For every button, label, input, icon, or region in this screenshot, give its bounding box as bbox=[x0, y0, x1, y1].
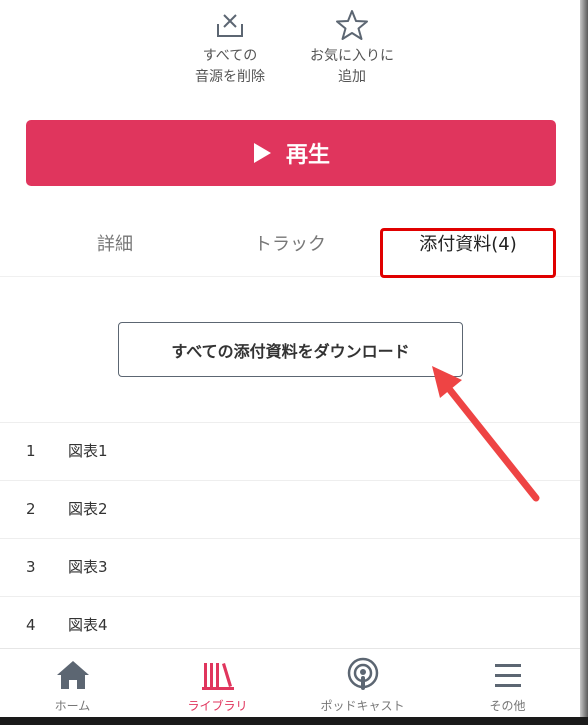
item-number: 1 bbox=[26, 442, 36, 460]
delete-all-label-2: 音源を削除 bbox=[195, 69, 265, 85]
play-button-label: 再生 bbox=[285, 143, 330, 168]
item-name: 図表3 bbox=[68, 558, 108, 576]
add-favorite-button[interactable]: お気に入りに 追加 bbox=[292, 6, 412, 88]
bottom-navigation: ホーム ライブラリ ポッドキャスト その他 bbox=[0, 648, 580, 718]
item-number: 3 bbox=[26, 558, 36, 576]
delete-all-audio-button[interactable]: すべての 音源を削除 bbox=[170, 6, 290, 88]
add-favorite-label-1: お気に入りに bbox=[310, 48, 394, 64]
menu-icon bbox=[494, 664, 521, 687]
nav-more[interactable]: その他 bbox=[435, 649, 580, 718]
list-item[interactable]: 4 図表4 bbox=[0, 596, 580, 654]
item-number: 2 bbox=[26, 500, 36, 518]
podcast-icon bbox=[347, 657, 378, 690]
add-favorite-label-2: 追加 bbox=[338, 69, 366, 85]
tab-details[interactable]: 詳細 bbox=[60, 218, 170, 272]
delete-all-label-1: すべての bbox=[202, 48, 258, 64]
play-icon bbox=[253, 143, 271, 163]
item-number: 4 bbox=[26, 616, 36, 634]
delete-download-icon bbox=[217, 14, 243, 37]
nav-podcast-label: ポッドキャスト bbox=[320, 699, 405, 713]
home-icon bbox=[56, 661, 89, 689]
nav-home[interactable]: ホーム bbox=[0, 649, 145, 718]
list-item[interactable]: 3 図表3 bbox=[0, 538, 580, 596]
nav-more-label: その他 bbox=[489, 699, 526, 713]
nav-podcast[interactable]: ポッドキャスト bbox=[290, 649, 435, 718]
window-frame-bottom bbox=[0, 717, 588, 725]
nav-home-label: ホーム bbox=[54, 699, 91, 713]
library-icon bbox=[201, 663, 234, 690]
nav-library[interactable]: ライブラリ bbox=[145, 649, 290, 718]
window-frame-right bbox=[580, 0, 588, 725]
tab-tracks[interactable]: トラック bbox=[220, 218, 360, 272]
attachment-list: 1 図表1 2 図表2 3 図表3 4 図表4 bbox=[0, 422, 580, 654]
download-all-attachments-button[interactable]: すべての添付資料をダウンロード bbox=[118, 322, 463, 377]
item-name: 図表4 bbox=[68, 616, 108, 634]
list-item[interactable]: 1 図表1 bbox=[0, 422, 580, 480]
star-icon bbox=[336, 10, 368, 40]
attachments-tab-highlight-box bbox=[380, 228, 556, 278]
item-name: 図表2 bbox=[68, 500, 108, 518]
play-button[interactable]: 再生 bbox=[26, 120, 556, 186]
nav-library-label: ライブラリ bbox=[187, 699, 248, 713]
album-actions: すべての 音源を削除 お気に入りに 追加 bbox=[0, 6, 580, 96]
item-name: 図表1 bbox=[68, 442, 108, 460]
list-item[interactable]: 2 図表2 bbox=[0, 480, 580, 538]
